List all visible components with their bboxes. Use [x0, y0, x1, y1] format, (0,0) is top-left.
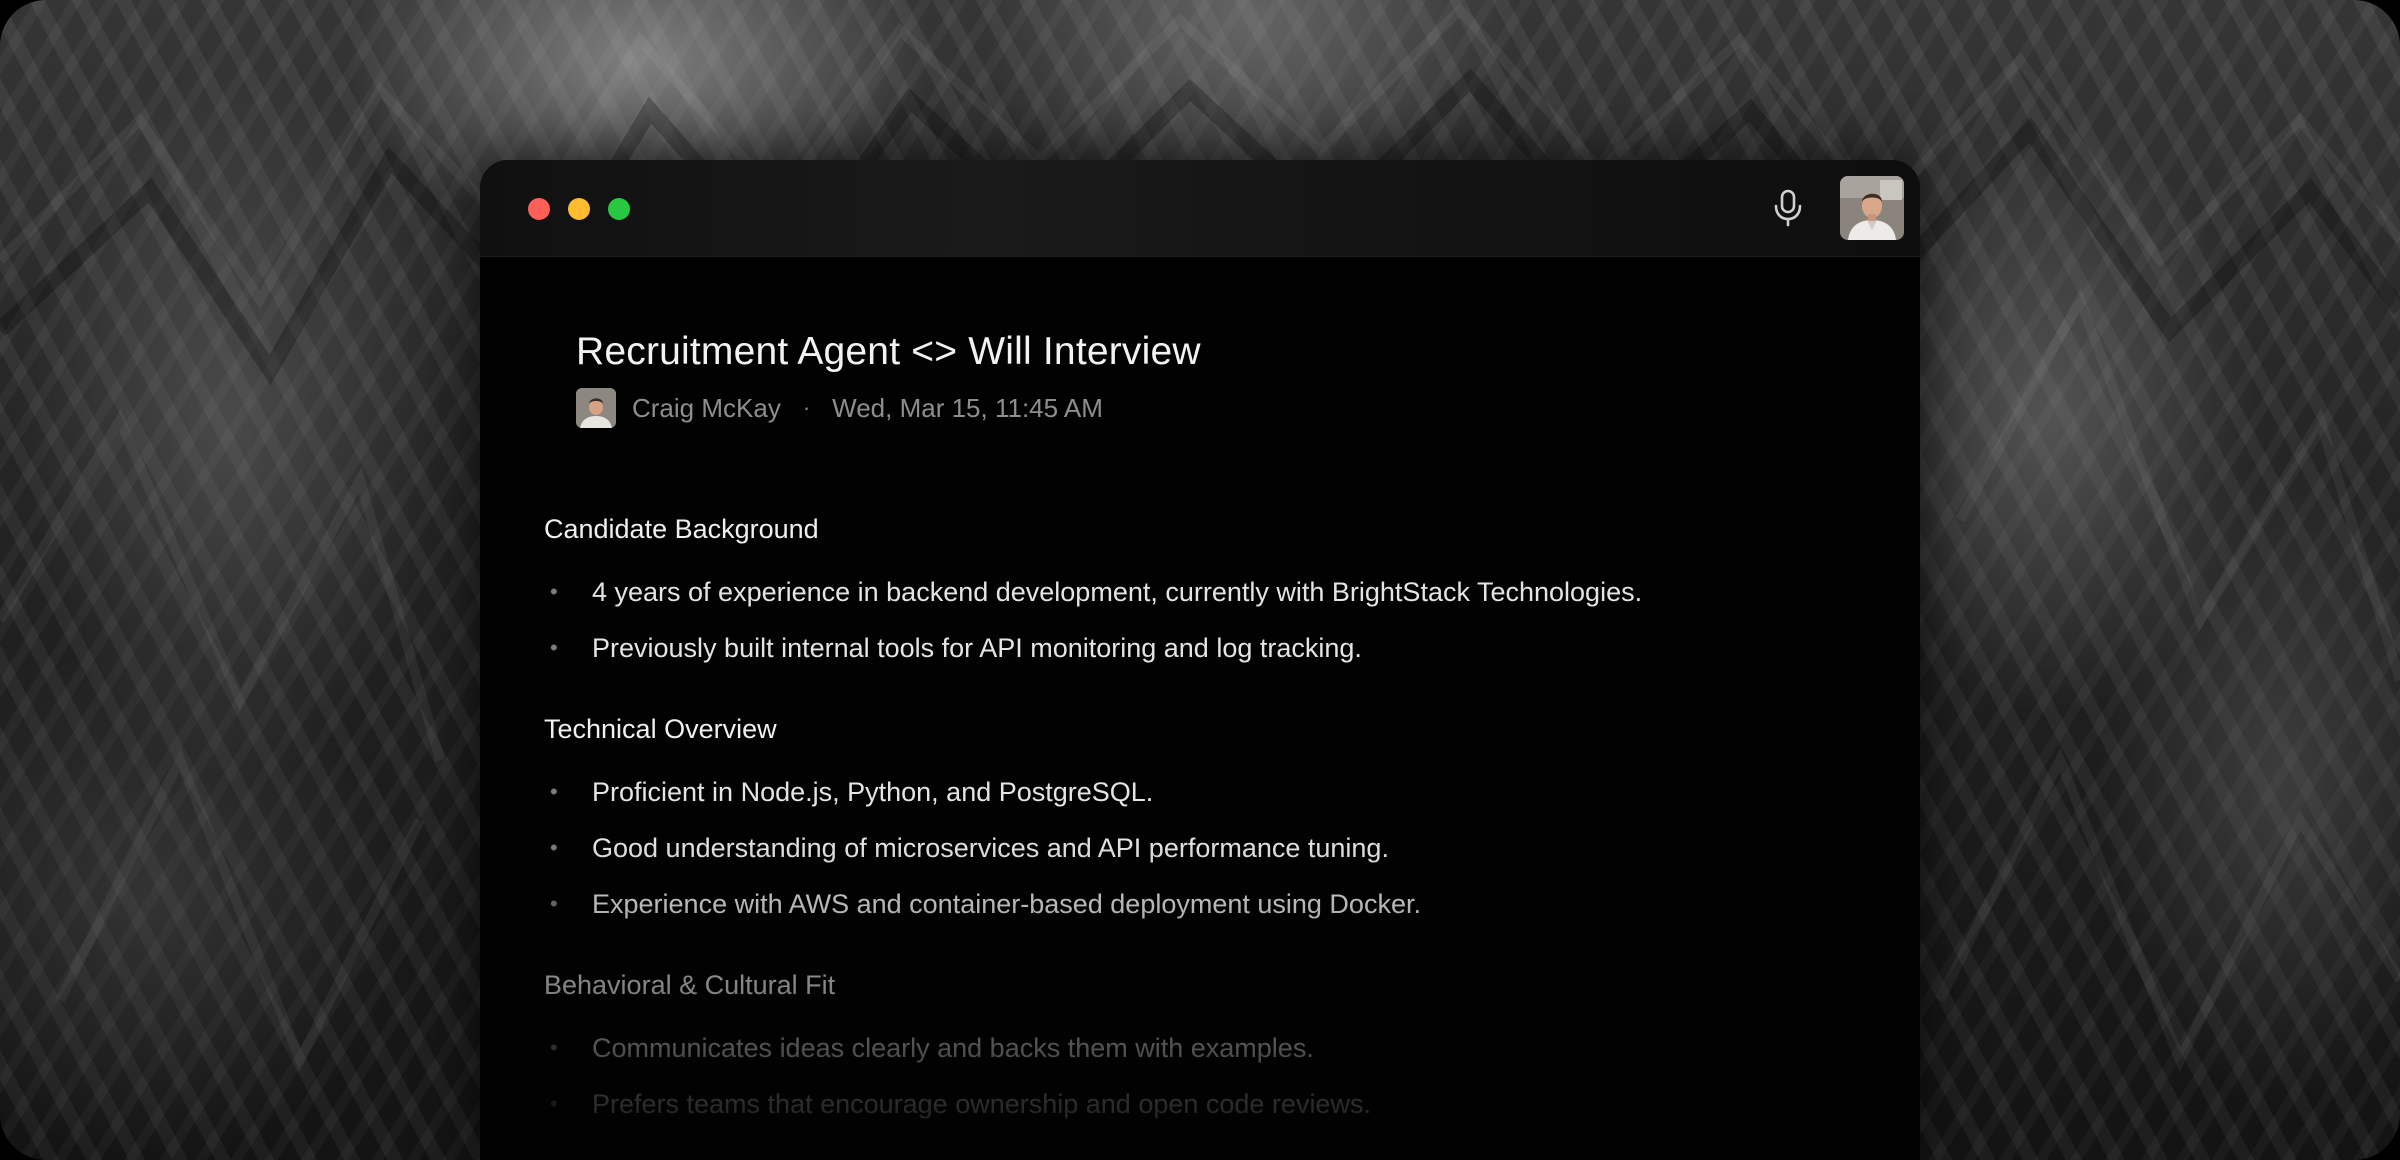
list-item-text: Proficient in Node.js, Python, and Postg… [592, 776, 1154, 807]
page-title: Recruitment Agent <> Will Interview [576, 330, 1201, 373]
zoom-window-button[interactable] [608, 198, 630, 220]
close-window-button[interactable] [528, 198, 550, 220]
camera-thumbnail[interactable] [1840, 176, 1904, 240]
minimize-window-button[interactable] [568, 198, 590, 220]
desktop-background: Recruitment Agent <> Will Interview Crai… [0, 0, 2400, 1160]
bullet-mark: • [550, 1035, 558, 1060]
section-title-behavioral-cultural-fit: Behavioral & Cultural Fit [544, 970, 836, 1000]
list-item-text: Communicates ideas clearly and backs the… [592, 1032, 1314, 1063]
bullet-mark: • [550, 1091, 558, 1116]
microphone-icon[interactable] [1768, 188, 1808, 228]
bullet-mark: • [550, 779, 558, 804]
list-item: • Communicates ideas clearly and backs t… [544, 1028, 1314, 1068]
list-item: • Experience with AWS and container-base… [544, 884, 1421, 924]
section-title-technical-overview: Technical Overview [544, 714, 777, 744]
app-window: Recruitment Agent <> Will Interview Crai… [480, 160, 1920, 1160]
list-item: • Prefers teams that encourage ownership… [544, 1084, 1371, 1124]
list-item: • Previously built internal tools for AP… [544, 628, 1362, 668]
note-datetime: Wed, Mar 15, 11:45 AM [832, 392, 1103, 423]
bullet-mark: • [550, 835, 558, 860]
list-item: • Good understanding of microservices an… [544, 828, 1389, 868]
bullet-mark: • [550, 891, 558, 916]
list-item-text: Experience with AWS and container-based … [592, 888, 1421, 919]
author-name: Craig McKay [632, 392, 781, 423]
bullet-mark: • [550, 579, 558, 604]
bullet-mark: • [550, 635, 558, 660]
list-item-text: Previously built internal tools for API … [592, 632, 1362, 663]
list-item-text: 4 years of experience in backend develop… [592, 576, 1643, 607]
meta-separator: · [802, 395, 811, 420]
list-item: • 4 years of experience in backend devel… [544, 572, 1642, 612]
window-titlebar [480, 160, 1920, 257]
list-item: • Proficient in Node.js, Python, and Pos… [544, 772, 1153, 812]
list-item-text: Good understanding of microservices and … [592, 832, 1389, 863]
avatar [576, 388, 616, 428]
list-item-text: Prefers teams that encourage ownership a… [592, 1088, 1371, 1119]
section-title-candidate-background: Candidate Background [544, 514, 819, 544]
note-meta: Craig McKay · Wed, Mar 15, 11:45 AM [576, 388, 1103, 428]
